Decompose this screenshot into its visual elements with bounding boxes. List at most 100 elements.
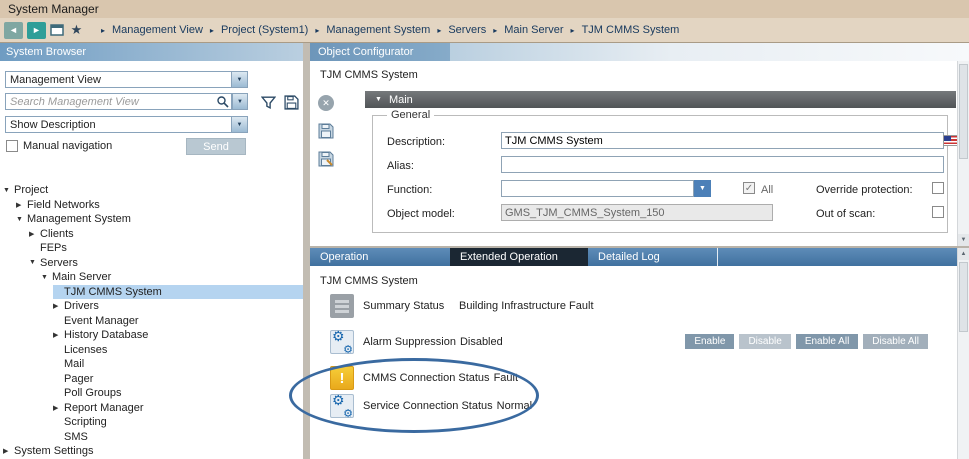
expand-arrow-icon[interactable]: ▶	[53, 331, 64, 339]
breadcrumb-project[interactable]: Project (System1)	[221, 24, 308, 36]
view-selector-dropdown[interactable]: Management View	[5, 71, 248, 88]
search-icon[interactable]	[216, 95, 231, 108]
tree-item-system-settings[interactable]: ▶System Settings	[0, 444, 303, 459]
forward-arrow-icon[interactable]	[27, 22, 46, 39]
breadcrumb-separator: ▸	[315, 26, 319, 35]
tree-item-feps[interactable]: FEPs	[0, 241, 303, 256]
breadcrumb: ▸ Management View ▸ Project (System1) ▸ …	[101, 24, 679, 36]
language-flag-icon	[943, 135, 958, 146]
tree-item-label: System Settings	[14, 445, 93, 457]
expand-arrow-icon[interactable]: ▼	[41, 274, 52, 281]
scroll-up-icon[interactable]	[958, 248, 969, 260]
tree-item-label: Drivers	[64, 300, 99, 312]
scrollbar-vertical[interactable]	[957, 61, 969, 246]
expand-arrow-icon[interactable]: ▼	[16, 216, 27, 223]
expand-arrow-icon[interactable]: ▼	[3, 187, 14, 194]
save-as-icon[interactable]	[318, 151, 334, 170]
tree-item-label: History Database	[64, 329, 148, 341]
main-section-header[interactable]: ▼ Main	[365, 91, 956, 108]
breadcrumb-management-view[interactable]: Management View	[112, 24, 203, 36]
group-legend: General	[387, 109, 434, 121]
expand-arrow-icon[interactable]: ▼	[29, 259, 40, 266]
search-input[interactable]	[6, 94, 216, 109]
expand-arrow-icon[interactable]: ▶	[29, 230, 40, 238]
breadcrumb-tjm-cmms-system[interactable]: TJM CMMS System	[582, 24, 680, 36]
tree-item-clients[interactable]: ▶Clients	[0, 227, 303, 242]
expand-arrow-icon[interactable]: ▶	[53, 404, 64, 412]
function-input[interactable]	[501, 180, 694, 197]
tree-item-drivers[interactable]: ▶Drivers	[0, 299, 303, 314]
all-checkbox[interactable]	[743, 182, 755, 194]
breadcrumb-separator: ▸	[210, 26, 214, 35]
tree-item-sms[interactable]: SMS	[0, 430, 303, 445]
tree-item-event-manager[interactable]: Event Manager	[0, 314, 303, 329]
save-icon[interactable]	[318, 123, 334, 142]
status-value: Normal	[497, 400, 532, 412]
tree-item-servers[interactable]: ▼Servers	[0, 256, 303, 271]
favorite-star-icon[interactable]	[68, 22, 85, 39]
tree-item-history-database[interactable]: ▶History Database	[0, 328, 303, 343]
scrollbar-thumb[interactable]	[959, 262, 968, 332]
summary-status-icon	[330, 294, 354, 318]
discard-close-icon[interactable]	[318, 95, 334, 111]
tree-item-label: Poll Groups	[64, 387, 121, 399]
expand-arrow-icon[interactable]: ▶	[16, 201, 27, 209]
panel-splitter[interactable]	[303, 43, 310, 459]
tree-item-report-manager[interactable]: ▶Report Manager	[0, 401, 303, 416]
chevron-down-icon[interactable]	[231, 72, 247, 87]
tree-item-licenses[interactable]: Licenses	[0, 343, 303, 358]
scroll-down-icon[interactable]	[958, 234, 969, 246]
service-connection-status-row[interactable]: ⚙⚙ Service Connection Status Normal	[310, 392, 957, 420]
breadcrumb-bar: ▸ Management View ▸ Project (System1) ▸ …	[0, 18, 969, 43]
disable-all-button[interactable]: Disable All	[863, 334, 928, 349]
summary-status-row[interactable]: Summary Status Building Infrastructure F…	[310, 292, 957, 320]
disable-button[interactable]: Disable	[739, 334, 790, 349]
tab-detailed-log[interactable]: Detailed Log	[588, 248, 718, 266]
expand-arrow-icon[interactable]: ▶	[53, 302, 64, 310]
description-input[interactable]	[501, 132, 944, 149]
tree-item-label: Mail	[64, 358, 84, 370]
tree-item-tjm-cmms-system[interactable]: TJM CMMS System	[0, 285, 303, 300]
out-of-scan-checkbox[interactable]	[932, 206, 944, 218]
scrollbar-vertical[interactable]	[957, 248, 969, 459]
tree-item-pager[interactable]: Pager	[0, 372, 303, 387]
tree-item-project[interactable]: ▼Project	[0, 183, 303, 198]
system-browser-panel: System Browser Management View Show Desc…	[0, 43, 303, 459]
tree-item-main-server[interactable]: ▼Main Server	[0, 270, 303, 285]
send-button[interactable]: Send	[186, 138, 246, 155]
object-configurator-panel: Object Configurator TJM CMMS System ▼ Ma…	[310, 43, 969, 246]
save-search-icon[interactable]	[284, 95, 300, 110]
search-options-chevron-icon[interactable]	[232, 93, 248, 110]
panel-title: System Browser	[6, 46, 86, 58]
chevron-down-icon[interactable]	[231, 117, 247, 132]
tree-item-scripting[interactable]: Scripting	[0, 415, 303, 430]
enable-all-button[interactable]: Enable All	[796, 334, 858, 349]
scrollbar-thumb[interactable]	[959, 64, 968, 159]
operation-tabbar: Operation Extended Operation Detailed Lo…	[310, 248, 957, 266]
collapse-arrow-icon[interactable]: ▼	[375, 96, 382, 103]
alias-input[interactable]	[501, 156, 944, 173]
breadcrumb-management-system[interactable]: Management System	[326, 24, 430, 36]
expand-arrow-icon[interactable]: ▶	[3, 447, 14, 455]
tree-item-label: SMS	[64, 431, 88, 443]
tab-extended-operation[interactable]: Extended Operation	[450, 248, 588, 266]
tab-operation[interactable]: Operation	[310, 248, 450, 266]
filter-funnel-icon[interactable]	[261, 95, 277, 110]
tree-item-field-networks[interactable]: ▶Field Networks	[0, 198, 303, 213]
back-arrow-icon[interactable]	[4, 22, 23, 39]
tree-item-management-system[interactable]: ▼Management System	[0, 212, 303, 227]
enable-button[interactable]: Enable	[685, 334, 734, 349]
override-protection-checkbox[interactable]	[932, 182, 944, 194]
view-selector-value: Management View	[6, 74, 231, 86]
tree-item-mail[interactable]: Mail	[0, 357, 303, 372]
description-selector-dropdown[interactable]: Show Description	[5, 116, 248, 133]
breadcrumb-servers[interactable]: Servers	[448, 24, 486, 36]
tree-item-poll-groups[interactable]: Poll Groups	[0, 386, 303, 401]
cmms-connection-status-row[interactable]: CMMS Connection Status Fault	[310, 364, 957, 392]
object-name-label: TJM CMMS System	[320, 275, 418, 287]
open-window-icon[interactable]	[50, 24, 64, 36]
manual-navigation-checkbox[interactable]	[6, 140, 18, 152]
breadcrumb-main-server[interactable]: Main Server	[504, 24, 563, 36]
function-chevron-icon[interactable]	[694, 180, 711, 197]
alarm-suppression-row[interactable]: ⚙⚙ Alarm Suppression Disabled Enable Dis…	[310, 328, 957, 356]
